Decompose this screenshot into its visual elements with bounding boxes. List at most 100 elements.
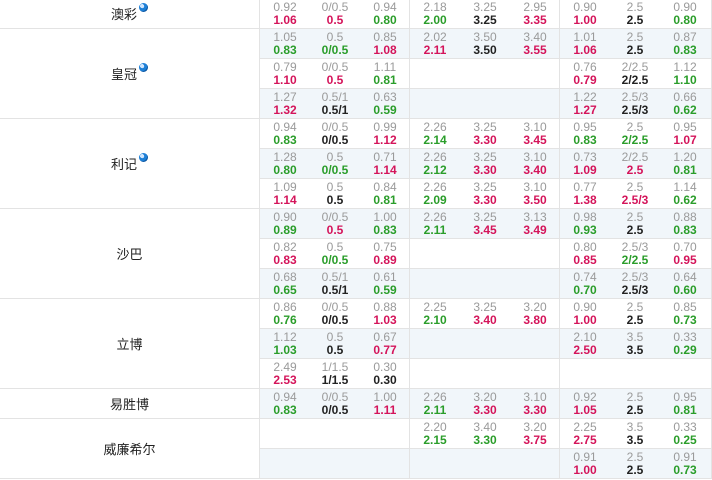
odds-cell[interactable]: 1.11 0.81 <box>360 59 410 87</box>
odds-cell[interactable]: 3.40 3.55 <box>510 29 560 57</box>
odds-cell[interactable]: 2.25 2.75 <box>560 419 610 447</box>
odds-cell[interactable]: 0.95 1.07 <box>660 119 710 147</box>
odds-cell[interactable]: 2.5 2.5 <box>610 0 660 27</box>
odds-cell[interactable]: 3.20 3.75 <box>510 419 560 447</box>
odds-cell[interactable]: 0.91 0.73 <box>660 449 710 477</box>
odds-cell[interactable]: 0.88 0.83 <box>660 209 710 237</box>
odds-cell[interactable]: 1.05 0.83 <box>260 29 310 57</box>
odds-cell[interactable]: 3.5 3.5 <box>610 329 660 357</box>
odds-cell[interactable]: 2.26 2.11 <box>410 389 460 417</box>
odds-cell[interactable]: 0/0.5 0/0.5 <box>310 389 360 417</box>
odds-cell[interactable]: 2.95 3.35 <box>510 0 560 27</box>
bookmaker-name[interactable]: 易胜博 <box>0 389 260 419</box>
odds-cell[interactable]: 0.5 0/0.5 <box>310 29 360 57</box>
odds-cell[interactable]: 0.94 0.80 <box>360 0 410 27</box>
odds-cell[interactable]: 1.01 1.06 <box>560 29 610 57</box>
odds-cell[interactable]: 2.5 2.5 <box>610 389 660 417</box>
odds-cell[interactable]: 3.10 3.45 <box>510 119 560 147</box>
odds-cell[interactable]: 2.5/3 2.5/3 <box>610 89 660 117</box>
odds-cell[interactable]: 0.90 1.00 <box>560 299 610 327</box>
odds-cell[interactable]: 0/0.5 0.5 <box>310 209 360 237</box>
odds-cell[interactable]: 2.20 2.15 <box>410 419 460 447</box>
odds-cell[interactable]: 0.66 0.62 <box>660 89 710 117</box>
odds-cell[interactable]: 3.20 3.30 <box>460 389 510 417</box>
odds-cell[interactable]: 3.10 3.50 <box>510 179 560 207</box>
odds-cell[interactable]: 2.26 2.12 <box>410 149 460 177</box>
odds-cell[interactable]: 0.91 1.00 <box>560 449 610 477</box>
odds-cell[interactable]: 0/0.5 0/0.5 <box>310 119 360 147</box>
odds-cell[interactable]: 3.25 3.45 <box>460 209 510 237</box>
odds-cell[interactable]: 2.49 2.53 <box>260 359 310 387</box>
odds-cell[interactable]: 3.5 3.5 <box>610 419 660 447</box>
odds-cell[interactable]: 1/1.5 1/1.5 <box>310 359 360 387</box>
odds-cell[interactable]: 3.50 3.50 <box>460 29 510 57</box>
odds-cell[interactable]: 1.12 1.10 <box>660 59 710 87</box>
odds-cell[interactable]: 0.95 0.81 <box>660 389 710 417</box>
odds-cell[interactable]: 0.61 0.59 <box>360 269 410 297</box>
odds-cell[interactable]: 0.90 0.89 <box>260 209 310 237</box>
odds-cell[interactable]: 0.99 1.12 <box>360 119 410 147</box>
odds-cell[interactable]: 3.25 3.30 <box>460 149 510 177</box>
odds-cell[interactable]: 2.25 2.10 <box>410 299 460 327</box>
odds-cell[interactable]: 0.98 0.93 <box>560 209 610 237</box>
odds-cell[interactable]: 1.20 0.81 <box>660 149 710 177</box>
odds-cell[interactable]: 0.86 0.76 <box>260 299 310 327</box>
odds-cell[interactable]: 2.10 2.50 <box>560 329 610 357</box>
odds-cell[interactable]: 0.80 0.85 <box>560 239 610 267</box>
odds-cell[interactable]: 0.90 1.00 <box>560 0 610 27</box>
odds-cell[interactable]: 1.27 1.32 <box>260 89 310 117</box>
odds-cell[interactable]: 0.77 1.38 <box>560 179 610 207</box>
odds-cell[interactable]: 1.00 1.11 <box>360 389 410 417</box>
odds-cell[interactable]: 2.26 2.09 <box>410 179 460 207</box>
odds-cell[interactable]: 2/2.5 2/2.5 <box>610 59 660 87</box>
odds-cell[interactable]: 1.09 1.14 <box>260 179 310 207</box>
odds-cell[interactable]: 0.82 0.83 <box>260 239 310 267</box>
odds-cell[interactable]: 0.76 0.79 <box>560 59 610 87</box>
odds-cell[interactable]: 3.13 3.49 <box>510 209 560 237</box>
odds-cell[interactable]: 2.5 2.5 <box>610 29 660 57</box>
odds-cell[interactable]: 1.14 0.62 <box>660 179 710 207</box>
odds-cell[interactable]: 0.84 0.81 <box>360 179 410 207</box>
odds-cell[interactable]: 2.5 2.5 <box>610 449 660 477</box>
odds-cell[interactable]: 0.33 0.29 <box>660 329 710 357</box>
odds-cell[interactable]: 0.85 0.73 <box>660 299 710 327</box>
odds-cell[interactable]: 0.94 0.83 <box>260 389 310 417</box>
odds-cell[interactable]: 0.67 0.77 <box>360 329 410 357</box>
odds-cell[interactable]: 0.94 0.83 <box>260 119 310 147</box>
odds-cell[interactable]: 0/0.5 0.5 <box>310 0 360 27</box>
bookmaker-name[interactable]: 利记 <box>0 119 260 209</box>
odds-cell[interactable]: 2.18 2.00 <box>410 0 460 27</box>
odds-cell[interactable]: 0.5/1 0.5/1 <box>310 89 360 117</box>
odds-cell[interactable]: 0.75 0.89 <box>360 239 410 267</box>
odds-cell[interactable]: 0.92 1.06 <box>260 0 310 27</box>
odds-cell[interactable]: 3.25 3.25 <box>460 0 510 27</box>
odds-cell[interactable]: 2/2.5 2.5 <box>610 149 660 177</box>
odds-cell[interactable]: 2.5/3 2.5/3 <box>610 269 660 297</box>
odds-cell[interactable]: 3.25 3.30 <box>460 179 510 207</box>
odds-cell[interactable]: 0.87 0.83 <box>660 29 710 57</box>
odds-cell[interactable]: 2.5 2.5/3 <box>610 179 660 207</box>
odds-cell[interactable]: 1.12 1.03 <box>260 329 310 357</box>
odds-cell[interactable]: 0.79 1.10 <box>260 59 310 87</box>
odds-cell[interactable]: 3.25 3.40 <box>460 299 510 327</box>
odds-cell[interactable]: 2.02 2.11 <box>410 29 460 57</box>
odds-cell[interactable]: 0.88 1.03 <box>360 299 410 327</box>
odds-cell[interactable]: 0/0.5 0/0.5 <box>310 299 360 327</box>
bookmaker-name[interactable]: 沙巴 <box>0 209 260 299</box>
odds-cell[interactable]: 0.74 0.70 <box>560 269 610 297</box>
odds-cell[interactable]: 0.70 0.95 <box>660 239 710 267</box>
odds-cell[interactable]: 0.64 0.60 <box>660 269 710 297</box>
odds-cell[interactable]: 2.5 2.5 <box>610 209 660 237</box>
odds-cell[interactable]: 0.5 0/0.5 <box>310 239 360 267</box>
odds-cell[interactable]: 2.5 2.5 <box>610 299 660 327</box>
odds-cell[interactable]: 0.90 0.80 <box>660 0 710 27</box>
odds-cell[interactable]: 3.20 3.80 <box>510 299 560 327</box>
odds-cell[interactable]: 1.22 1.27 <box>560 89 610 117</box>
odds-cell[interactable]: 1.00 0.83 <box>360 209 410 237</box>
odds-cell[interactable]: 3.10 3.30 <box>510 389 560 417</box>
odds-cell[interactable]: 3.10 3.40 <box>510 149 560 177</box>
odds-cell[interactable]: 0.5 0/0.5 <box>310 149 360 177</box>
odds-cell[interactable]: 0.5 0.5 <box>310 179 360 207</box>
odds-cell[interactable]: 1.28 0.80 <box>260 149 310 177</box>
odds-cell[interactable]: 0.71 1.14 <box>360 149 410 177</box>
